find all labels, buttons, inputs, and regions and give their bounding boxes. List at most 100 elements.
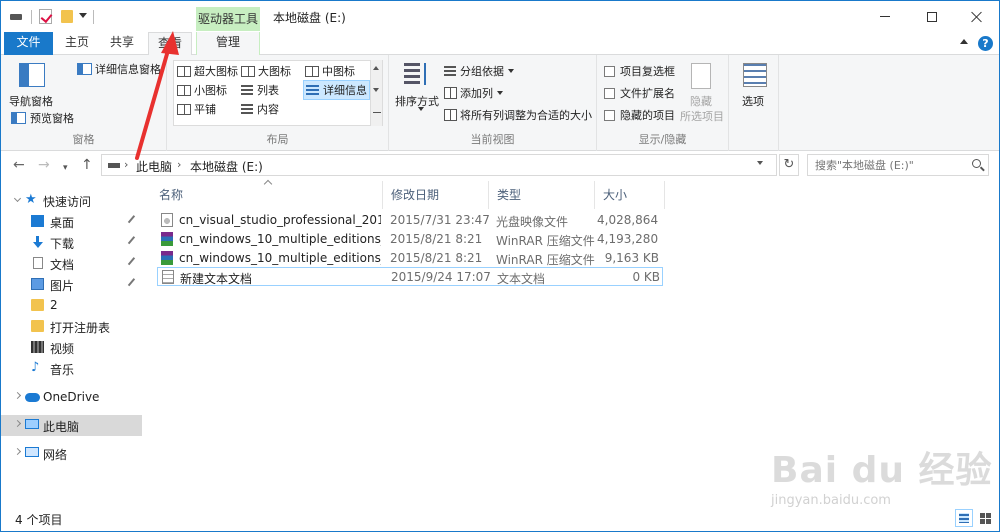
help-icon[interactable]: ? bbox=[978, 36, 993, 51]
file-row[interactable]: cn_windows_10_multiple_editions_x64... 2… bbox=[157, 249, 663, 268]
group-by-button[interactable]: 分组依据 bbox=[444, 63, 514, 79]
nav-item-this-pc[interactable]: 此电脑 bbox=[1, 415, 142, 436]
nav-label: 文档 bbox=[50, 258, 75, 272]
file-extensions-toggle[interactable]: 文件扩展名 bbox=[604, 85, 675, 101]
folder-icon bbox=[31, 299, 44, 311]
minimize-button[interactable] bbox=[862, 1, 908, 32]
column-header-type[interactable]: 类型 bbox=[489, 181, 595, 209]
tab-view[interactable]: 查看 bbox=[148, 32, 192, 56]
video-icon bbox=[31, 341, 44, 353]
preview-pane-button[interactable]: 预览窗格 bbox=[11, 110, 74, 126]
refresh-button[interactable]: ↻ bbox=[779, 154, 799, 176]
file-row[interactable]: cn_windows_10_multiple_editions_x64... 2… bbox=[157, 230, 663, 249]
nav-item-videos[interactable]: 视频 bbox=[1, 337, 142, 358]
ribbon-view: 导航窗格 预览窗格 详细信息窗格 窗格 布局 超大图标 大图标 中图标 小图标 … bbox=[1, 55, 999, 151]
nav-item-network[interactable]: 网络 bbox=[1, 443, 142, 464]
expand-chevron-icon[interactable] bbox=[13, 391, 22, 400]
extra-large-icons-button[interactable]: 超大图标 bbox=[177, 63, 238, 79]
maximize-button[interactable] bbox=[909, 1, 955, 32]
drive-icon bbox=[10, 14, 22, 20]
search-input[interactable] bbox=[815, 157, 965, 173]
column-header-name[interactable]: 名称 bbox=[151, 181, 383, 209]
file-name: cn_windows_10_multiple_editions_x64... bbox=[179, 251, 381, 265]
hide-selected-button[interactable]: 隐藏 bbox=[690, 93, 712, 109]
close-button[interactable] bbox=[954, 1, 999, 32]
nav-item-documents[interactable]: 文档 bbox=[1, 253, 142, 274]
breadcrumb-this-pc[interactable]: 此电脑 bbox=[136, 158, 172, 175]
column-header-size[interactable]: 大小 bbox=[595, 181, 665, 209]
hidden-items-checkbox[interactable] bbox=[604, 109, 615, 121]
details-button[interactable]: 详细信息 bbox=[303, 80, 370, 100]
customize-toolbar-chevron-icon[interactable] bbox=[79, 13, 87, 18]
nav-item-open-registry[interactable]: 打开注册表 bbox=[1, 316, 142, 337]
nav-item-onedrive[interactable]: OneDrive bbox=[1, 387, 142, 408]
nav-item-folder-2[interactable]: 2 bbox=[1, 295, 142, 316]
group-by-label: 分组依据 bbox=[460, 65, 504, 78]
file-extensions-checkbox[interactable] bbox=[604, 87, 615, 99]
up-arrow-icon[interactable]: ↑ bbox=[81, 158, 93, 172]
expand-gallery-icon[interactable] bbox=[373, 112, 381, 118]
breadcrumb-separator-icon[interactable]: › bbox=[177, 158, 181, 171]
layout-gallery-scroll[interactable] bbox=[370, 60, 382, 126]
sort-by-button[interactable]: 排序方式 bbox=[395, 93, 439, 109]
options-button[interactable]: 选项 bbox=[742, 93, 764, 109]
hide-selected-label-1: 隐藏 bbox=[690, 95, 712, 108]
details-view-icon[interactable] bbox=[955, 509, 973, 527]
tab-home[interactable]: 主页 bbox=[57, 32, 97, 55]
tab-file[interactable]: 文件 bbox=[4, 32, 53, 55]
medium-icons-button[interactable]: 中图标 bbox=[305, 63, 355, 79]
hidden-items-toggle[interactable]: 隐藏的项目 bbox=[604, 107, 675, 123]
forward-arrow-icon[interactable]: → bbox=[38, 158, 50, 172]
list-button[interactable]: 列表 bbox=[241, 82, 279, 98]
tab-manage[interactable]: 管理 bbox=[196, 32, 260, 56]
separator bbox=[31, 10, 32, 24]
fit-columns-button[interactable]: 将所有列调整为合适的大小 bbox=[444, 107, 592, 123]
file-size: 0 KB bbox=[632, 270, 660, 284]
file-type: WinRAR 压缩文件 bbox=[496, 253, 595, 267]
file-type: 光盘映像文件 bbox=[496, 215, 569, 229]
group-by-icon bbox=[444, 65, 456, 77]
back-arrow-icon[interactable]: ← bbox=[13, 158, 25, 172]
expand-chevron-icon[interactable] bbox=[13, 419, 22, 428]
hide-selected-label-2: 所选项目 bbox=[680, 110, 724, 123]
small-icons-button[interactable]: 小图标 bbox=[177, 82, 227, 98]
pictures-icon bbox=[31, 278, 44, 290]
recent-locations-chevron-icon[interactable]: ▾ bbox=[63, 161, 68, 175]
content-button[interactable]: 内容 bbox=[241, 101, 279, 117]
nav-item-pictures[interactable]: 图片 bbox=[1, 274, 142, 295]
expand-chevron-icon[interactable] bbox=[13, 194, 22, 203]
breadcrumb-drive[interactable]: 本地磁盘 (E:) bbox=[190, 158, 263, 175]
item-checkboxes-toggle[interactable]: 项目复选框 bbox=[604, 63, 675, 79]
item-count: 4 个项目 bbox=[15, 513, 63, 527]
breadcrumb-separator-icon[interactable]: › bbox=[124, 158, 128, 171]
separator bbox=[93, 10, 94, 24]
tiles-button[interactable]: 平铺 bbox=[177, 101, 216, 117]
medium-icons-icon bbox=[305, 65, 319, 77]
maximize-icon bbox=[927, 11, 937, 22]
new-folder-icon[interactable] bbox=[61, 10, 73, 23]
file-row-focused[interactable]: 新建文本文档 2015/9/24 17:07 文本文档 0 KB bbox=[157, 267, 663, 286]
nav-item-downloads[interactable]: 下载 bbox=[1, 232, 142, 253]
large-icons-button[interactable]: 大图标 bbox=[241, 63, 291, 79]
expand-chevron-icon[interactable] bbox=[13, 447, 22, 456]
address-history-chevron-icon[interactable] bbox=[757, 161, 763, 165]
address-bar[interactable]: › 此电脑 › 本地磁盘 (E:) bbox=[101, 154, 777, 176]
nav-item-desktop[interactable]: 桌面 bbox=[1, 211, 142, 232]
nav-item-music[interactable]: ♪ 音乐 bbox=[1, 358, 142, 379]
nav-label: 2 bbox=[50, 298, 58, 312]
nav-item-quick-access[interactable]: ★ 快速访问 bbox=[1, 190, 142, 211]
tab-share[interactable]: 共享 bbox=[102, 32, 142, 55]
item-checkboxes-checkbox[interactable] bbox=[604, 65, 615, 77]
scroll-down-icon[interactable] bbox=[373, 88, 379, 92]
column-header-date[interactable]: 修改日期 bbox=[383, 181, 489, 209]
collapse-ribbon-chevron-icon[interactable] bbox=[960, 39, 968, 44]
search-box[interactable] bbox=[807, 154, 989, 176]
scroll-up-icon[interactable] bbox=[373, 66, 379, 70]
add-columns-button[interactable]: 添加列 bbox=[444, 85, 503, 101]
large-icons-view-icon[interactable] bbox=[976, 509, 994, 527]
navigation-pane-button[interactable]: 导航窗格 bbox=[9, 93, 53, 109]
details-pane-button[interactable]: 详细信息窗格 bbox=[77, 61, 161, 77]
properties-icon[interactable] bbox=[39, 9, 52, 24]
search-icon[interactable] bbox=[972, 159, 981, 168]
file-row[interactable]: cn_visual_studio_professional_2015_x... … bbox=[157, 211, 663, 230]
